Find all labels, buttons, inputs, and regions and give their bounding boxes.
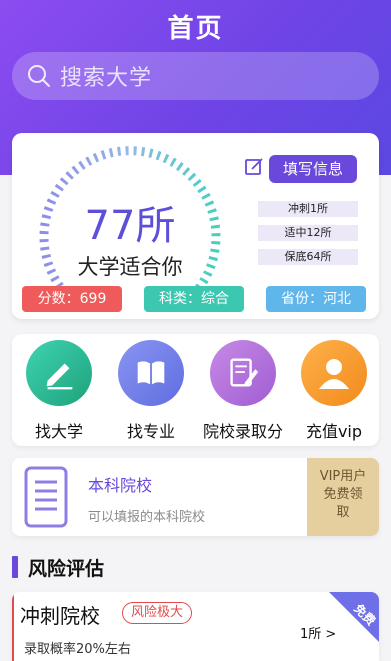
nav-find-university[interactable]: 找大学: [15, 340, 103, 444]
page-title: 首页: [167, 14, 224, 44]
undergrad-card[interactable]: 本科院校 可以填报的本科院校 VIP用户 免费领 取: [12, 458, 379, 536]
tier-safety[interactable]: 保底64所: [258, 249, 358, 265]
search-placeholder: 搜索大学: [60, 66, 153, 91]
undergrad-description: 可以填报的本科院校: [88, 510, 206, 525]
match-count: 77所: [84, 203, 176, 249]
document-list-icon: [24, 466, 68, 528]
search-icon: [28, 65, 50, 87]
match-subtitle: 大学适合你: [77, 255, 183, 279]
risk-badge: 风险极大: [122, 602, 193, 624]
score-tag[interactable]: 分数：699: [22, 286, 122, 312]
risk-accent: [12, 592, 14, 661]
nav-recharge-vip[interactable]: 充值vip: [290, 340, 378, 444]
nav-circle-scores: [210, 340, 276, 406]
undergrad-title: 本科院校: [88, 476, 153, 495]
nav-circle-university: [26, 340, 92, 406]
risk-card-reach[interactable]: 冲刺院校 风险极大 录取概率20%左右 1所 > 免费: [12, 592, 379, 661]
profile-tags: 分数：699 科类：综合 省份：河北: [22, 286, 369, 312]
book-icon: [137, 361, 165, 385]
section-title: 风险评估: [28, 558, 105, 580]
vip-side-line-3: 取: [336, 505, 350, 520]
search-input[interactable]: 搜索大学: [12, 52, 379, 100]
feature-nav: 找大学 找专业 院校录取分 充值vip: [12, 334, 379, 446]
document-edit-icon: [230, 358, 259, 387]
vip-side-line-2: 免费领: [323, 487, 363, 502]
vip-side-line-1: VIP用户: [319, 469, 367, 484]
pen-icon: [46, 363, 73, 390]
nav-circle-vip: [301, 340, 367, 406]
nav-label: 充值vip: [305, 422, 363, 441]
tier-match[interactable]: 适中12所: [258, 225, 358, 241]
subject-tag[interactable]: 科类：综合: [144, 286, 244, 312]
risk-title: 冲刺院校: [20, 604, 100, 628]
nav-find-major[interactable]: 找专业: [107, 340, 195, 444]
fill-info-button[interactable]: 填写信息: [269, 155, 357, 183]
user-icon: [319, 359, 349, 389]
edit-icon[interactable]: [244, 157, 264, 177]
nav-circle-major: [118, 340, 184, 406]
recommendation-card: 77所 大学适合你 填写信息 冲刺1所 适中12所 保底64所 分数：699 科…: [12, 133, 379, 319]
province-tag[interactable]: 省份：河北: [266, 286, 366, 312]
vip-free-claim[interactable]: VIP用户 免费领 取: [307, 458, 379, 536]
risk-probability: 录取概率20%左右: [24, 642, 131, 657]
nav-admission-scores[interactable]: 院校录取分: [199, 340, 287, 444]
section-accent-bar: [12, 556, 18, 578]
tier-reach[interactable]: 冲刺1所: [258, 201, 358, 217]
